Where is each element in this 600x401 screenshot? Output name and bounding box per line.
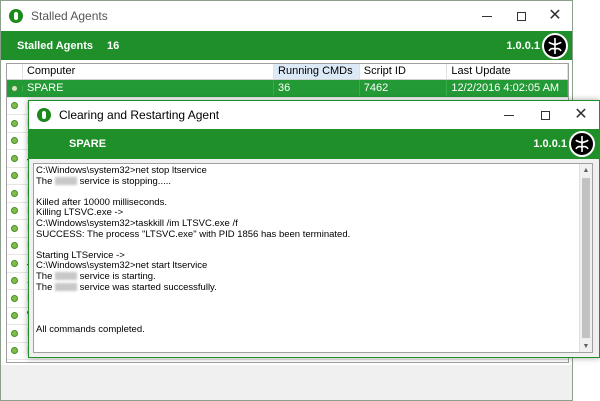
redacted-text (55, 271, 78, 280)
header-bar: Stalled Agents 16 1.0.0.1 (1, 31, 572, 60)
line-prefix: The (36, 281, 56, 293)
row-indicator (7, 172, 23, 180)
line-suffix: service is stopping..... (77, 175, 171, 187)
version-label: 1.0.0.1 (506, 39, 540, 52)
vertical-scrollbar[interactable]: ▲ ▼ (579, 164, 592, 352)
console-line: C:\Windows\system32>taskkill /im LTSVC.e… (36, 217, 238, 229)
row-indicator (7, 294, 23, 302)
row-indicator (7, 102, 23, 110)
row-indicator (7, 242, 23, 250)
cell-running-cmds: 36 (274, 80, 360, 97)
minimize-icon (482, 15, 492, 17)
console-output[interactable]: C:\Windows\system32>net stop ltservice Th… (33, 163, 593, 353)
close-icon: ✕ (548, 7, 562, 24)
dialog-close-button[interactable]: ✕ (563, 101, 599, 129)
dialog-titlebar[interactable]: Clearing and Restarting Agent ✕ (29, 101, 599, 129)
close-button[interactable]: ✕ (538, 1, 572, 31)
row-indicator (7, 312, 23, 320)
row-indicator (7, 154, 23, 162)
scroll-up-icon[interactable]: ▲ (580, 164, 592, 176)
close-icon: ✕ (574, 106, 588, 123)
status-dot-icon (11, 189, 19, 197)
row-indicator (7, 347, 23, 355)
console-line: The service is stopping..... (36, 175, 578, 188)
titlebar[interactable]: Stalled Agents ✕ (1, 1, 572, 31)
row-indicator (7, 277, 23, 285)
status-dot-icon (11, 312, 19, 320)
scroll-thumb[interactable] (582, 178, 590, 338)
header-indicator (7, 64, 23, 79)
cell-last-update: 12/2/2016 4:02:05 AM (447, 80, 568, 97)
column-script-id[interactable]: Script ID (360, 64, 448, 79)
row-indicator (7, 84, 23, 92)
row-indicator (7, 224, 23, 232)
status-dot-icon (11, 294, 19, 302)
status-dot-icon (11, 224, 19, 232)
line-prefix: The (36, 175, 56, 187)
version-label: 1.0.0.1 (533, 138, 567, 150)
row-indicator (7, 137, 23, 145)
maximize-icon (516, 11, 526, 21)
status-dot-icon (11, 207, 19, 215)
window-footer (1, 365, 572, 400)
table-row[interactable]: SPARE 36 7462 12/2/2016 4:02:05 AM (7, 80, 568, 98)
console-line: SUCCESS: The process "LTSVC.exe" with PI… (36, 228, 351, 240)
tree-logo-icon (542, 32, 568, 59)
grid-header: Computer Running CMDs Script ID Last Upd… (7, 64, 568, 80)
header-label: Stalled Agents (17, 39, 93, 52)
window-title: Stalled Agents (31, 9, 108, 23)
line-suffix: service is starting. (77, 270, 156, 282)
status-dot-icon (10, 84, 18, 92)
status-dot-icon (11, 137, 19, 145)
restart-agent-dialog: Clearing and Restarting Agent ✕ SPARE 1.… (28, 100, 600, 358)
stalled-count: 16 (107, 39, 120, 52)
column-last-update[interactable]: Last Update (447, 64, 568, 79)
maximize-icon (540, 110, 550, 120)
maximize-button[interactable] (504, 1, 538, 31)
cell-computer: SPARE (23, 80, 275, 97)
dialog-header-bar: SPARE 1.0.0.1 (29, 129, 599, 159)
row-indicator (7, 207, 23, 215)
redacted-text (55, 176, 78, 185)
console-text: C:\Windows\system32>net stop ltservice Th… (36, 166, 578, 352)
minimize-button[interactable] (470, 1, 504, 31)
cell-script-id: 7462 (360, 80, 448, 97)
status-dot-icon (11, 277, 19, 285)
status-dot-icon (11, 242, 19, 250)
status-dot-icon (11, 154, 19, 162)
row-indicator (7, 329, 23, 337)
agent-name: SPARE (69, 138, 107, 150)
console-line: The service was started successfully. (36, 281, 578, 294)
status-dot-icon (11, 259, 19, 267)
dialog-maximize-button[interactable] (527, 101, 563, 129)
column-computer[interactable]: Computer (23, 64, 275, 79)
row-indicator (7, 259, 23, 267)
row-indicator (7, 119, 23, 127)
app-icon (37, 108, 51, 122)
dialog-title: Clearing and Restarting Agent (59, 108, 220, 122)
line-suffix: service was started successfully. (77, 281, 217, 293)
dialog-minimize-button[interactable] (491, 101, 527, 129)
app-icon (9, 9, 23, 23)
column-running-cmds[interactable]: Running CMDs (274, 64, 360, 79)
line-prefix: The (36, 270, 56, 282)
status-dot-icon (11, 172, 19, 180)
console-line: All commands completed. (36, 323, 145, 335)
minimize-icon (504, 114, 514, 116)
status-dot-icon (11, 102, 19, 110)
scroll-down-icon[interactable]: ▼ (580, 340, 592, 352)
tree-logo-icon (569, 131, 595, 157)
status-dot-icon (11, 329, 19, 337)
row-indicator (7, 189, 23, 197)
redacted-text (55, 282, 78, 291)
status-dot-icon (11, 347, 19, 355)
status-dot-icon (11, 119, 19, 127)
